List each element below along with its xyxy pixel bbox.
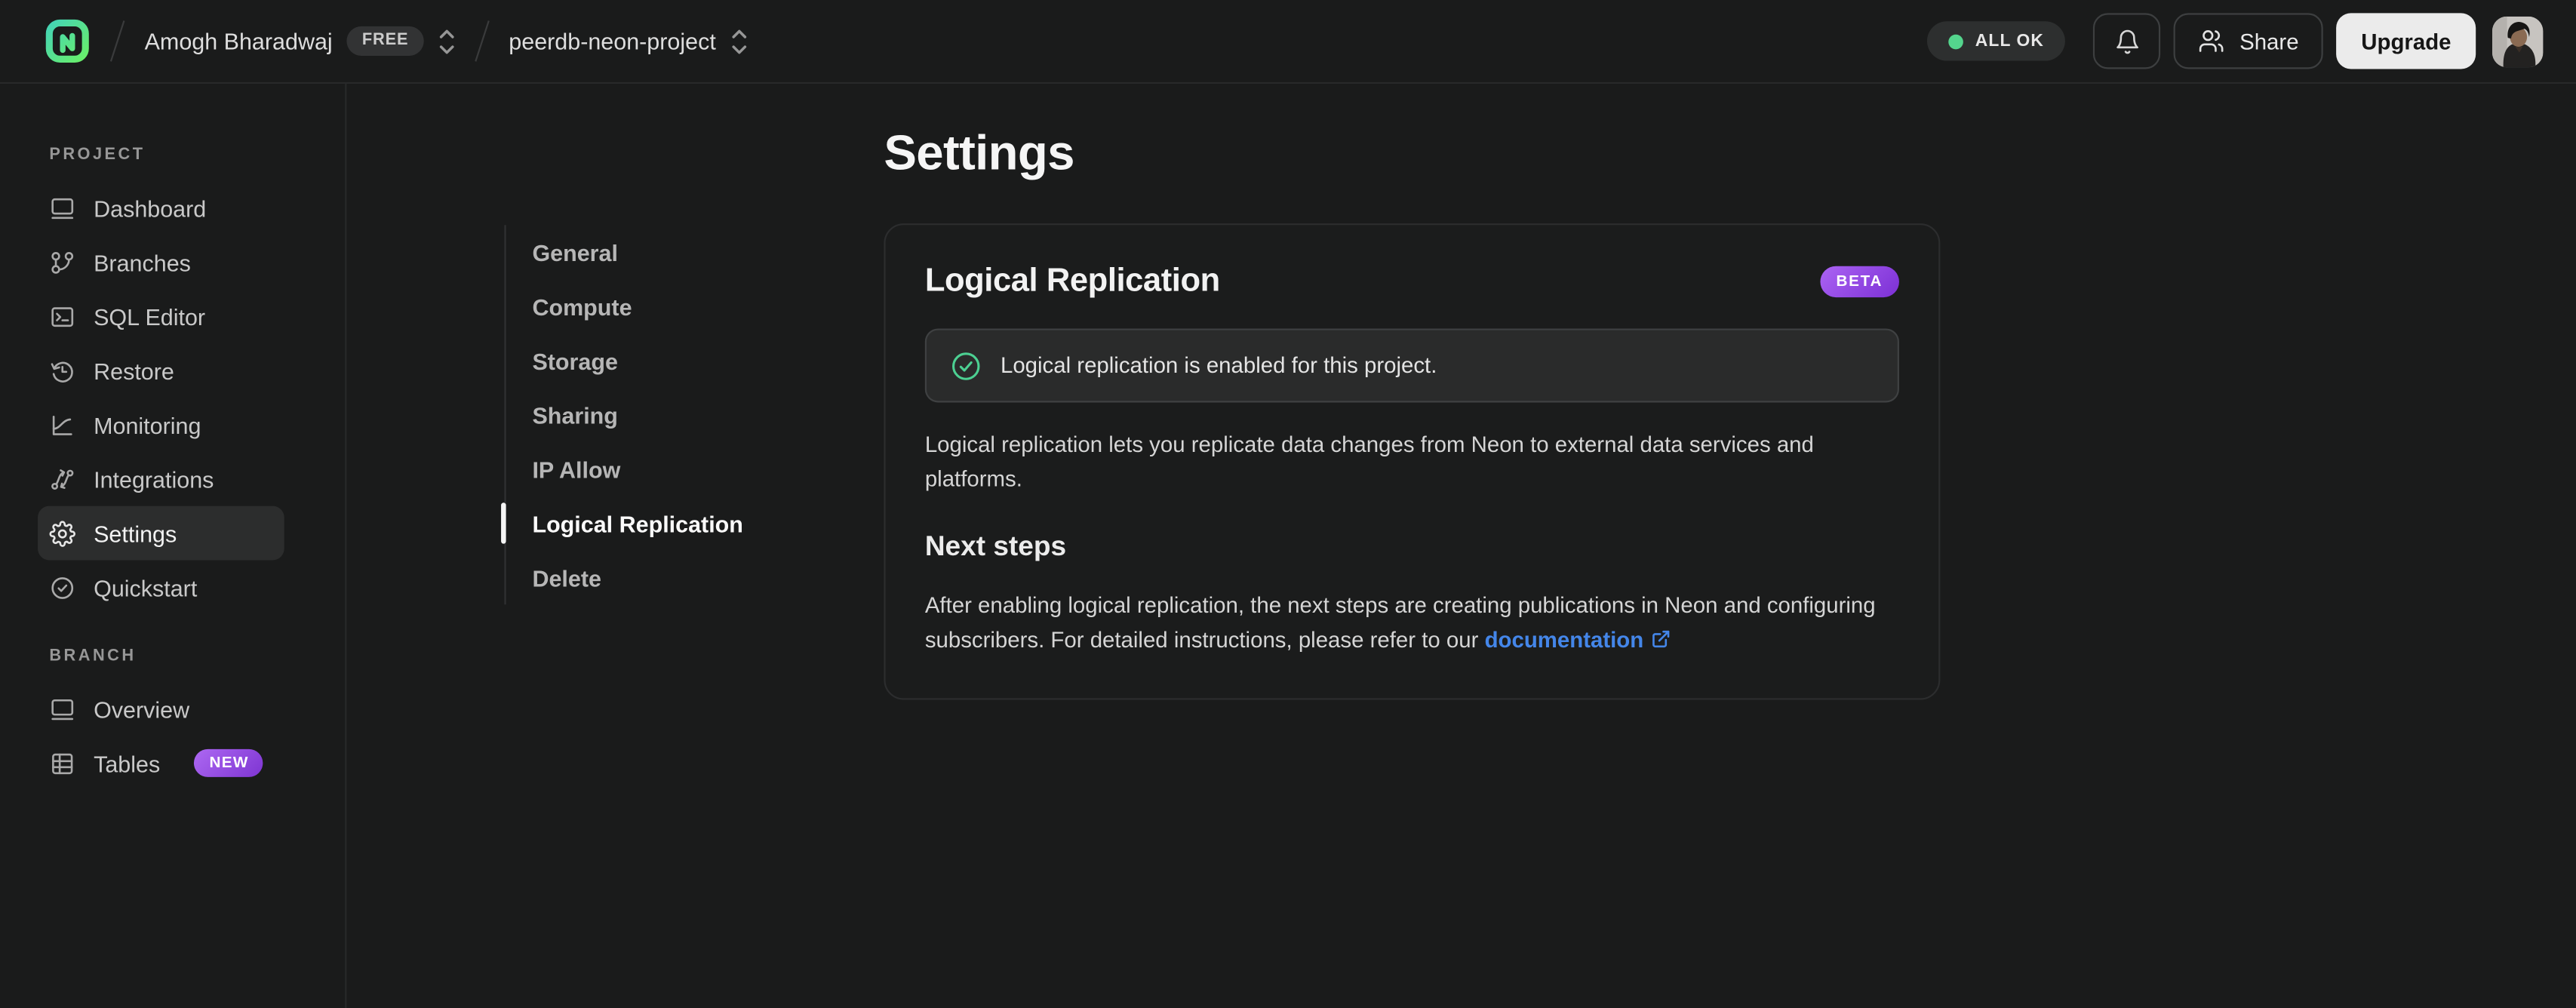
upgrade-label: Upgrade: [2361, 29, 2452, 54]
dashboard-icon: [49, 195, 75, 221]
sidebar-item-quickstart[interactable]: Quickstart: [38, 560, 284, 614]
sidebar: PROJECT Dashboard Branches SQL Editor Re…: [0, 84, 347, 1008]
share-label: Share: [2239, 29, 2299, 54]
project-breadcrumb-button[interactable]: peerdb-neon-project: [509, 27, 747, 55]
sidebar-item-dashboard[interactable]: Dashboard: [38, 181, 284, 235]
monitoring-icon: [49, 411, 75, 438]
sql-editor-icon: [49, 303, 75, 330]
page-title: Settings: [884, 126, 1074, 181]
check-circle-icon: [949, 349, 982, 383]
chevron-updown-icon: [438, 27, 455, 55]
settings-nav-delete[interactable]: Delete: [506, 550, 769, 604]
sidebar-item-label: Monitoring: [94, 411, 201, 438]
sidebar-item-label: Restore: [94, 357, 174, 384]
sidebar-item-sql-editor[interactable]: SQL Editor: [38, 289, 284, 343]
next-steps-text: After enabling logical replication, the …: [925, 588, 1899, 659]
sidebar-item-tables[interactable]: Tables NEW: [38, 736, 284, 790]
org-breadcrumb-button[interactable]: Amogh Bharadwaj FREE: [144, 26, 455, 57]
documentation-link[interactable]: documentation: [1485, 628, 1644, 653]
neon-console: Amogh Bharadwaj FREE peerdb-neon-project…: [0, 0, 2576, 1008]
settings-nav-general[interactable]: General: [506, 225, 769, 279]
share-users-icon: [2199, 28, 2225, 54]
logical-replication-card: Logical Replication BETA Logical replica…: [884, 223, 1941, 700]
status-dot-icon: [1948, 33, 1964, 49]
integrations-icon: [49, 466, 75, 492]
sidebar-item-integrations[interactable]: Integrations: [38, 452, 284, 506]
sidebar-item-label: Quickstart: [94, 573, 198, 601]
overview-icon: [49, 696, 75, 722]
sidebar-section-branch: BRANCH: [49, 647, 137, 665]
sidebar-section-project: PROJECT: [49, 146, 146, 164]
settings-nav-compute[interactable]: Compute: [506, 279, 769, 333]
tables-icon: [49, 750, 75, 776]
sidebar-item-label: SQL Editor: [94, 303, 206, 330]
sidebar-item-restore[interactable]: Restore: [38, 343, 284, 398]
sidebar-item-label: Tables: [94, 749, 161, 776]
breadcrumb-divider: [109, 20, 125, 62]
neon-logo-icon[interactable]: [45, 18, 91, 64]
beta-badge: BETA: [1819, 266, 1899, 298]
next-steps-title: Next steps: [924, 530, 1067, 562]
check-circle-icon: [49, 574, 75, 601]
sidebar-item-label: Branches: [94, 248, 191, 275]
settings-nav-logical-replication[interactable]: Logical Replication: [501, 496, 769, 551]
sidebar-item-label: Settings: [94, 520, 177, 546]
alert-text: Logical replication is enabled for this …: [1000, 353, 1437, 378]
card-title: Logical Replication: [924, 263, 1220, 300]
share-button[interactable]: Share: [2174, 13, 2324, 69]
status-badge[interactable]: ALL OK: [1927, 21, 2066, 61]
settings-nav-storage[interactable]: Storage: [506, 333, 769, 388]
settings-nav-sharing[interactable]: Sharing: [506, 388, 769, 442]
new-badge: NEW: [194, 748, 264, 778]
plan-badge: FREE: [347, 26, 424, 57]
sidebar-item-label: Dashboard: [94, 195, 207, 221]
gear-icon: [49, 520, 75, 546]
settings-nav: General Compute Storage Sharing IP Allow…: [501, 225, 769, 605]
branches-icon: [49, 249, 75, 275]
sidebar-item-overview[interactable]: Overview: [38, 682, 284, 736]
restore-icon: [49, 358, 75, 384]
settings-nav-ip-allow[interactable]: IP Allow: [506, 442, 769, 496]
description-text: Logical replication lets you replicate d…: [924, 432, 1814, 492]
main-content: Settings Logical Replication BETA Logica…: [884, 126, 1941, 700]
org-name: Amogh Bharadwaj: [144, 28, 333, 54]
sidebar-item-settings[interactable]: Settings: [38, 506, 284, 561]
project-name: peerdb-neon-project: [509, 28, 716, 54]
upgrade-button[interactable]: Upgrade: [2336, 13, 2476, 69]
sidebar-item-branches[interactable]: Branches: [38, 235, 284, 289]
breadcrumb-divider: [474, 20, 490, 62]
card-header: Logical Replication BETA: [925, 263, 1899, 300]
top-header: Amogh Bharadwaj FREE peerdb-neon-project…: [0, 0, 2576, 85]
sidebar-item-label: Overview: [94, 696, 190, 722]
bell-icon: [2114, 27, 2141, 55]
notifications-button[interactable]: [2093, 13, 2161, 69]
success-alert: Logical replication is enabled for this …: [924, 328, 1899, 403]
external-link-icon: [1652, 624, 1671, 659]
status-text: ALL OK: [1975, 31, 2045, 51]
sidebar-item-monitoring[interactable]: Monitoring: [38, 398, 284, 452]
next-steps-text-body: After enabling logical replication, the …: [924, 593, 1876, 653]
sidebar-item-label: Integrations: [94, 466, 214, 493]
user-avatar[interactable]: [2491, 15, 2544, 67]
chevron-updown-icon: [730, 27, 747, 55]
